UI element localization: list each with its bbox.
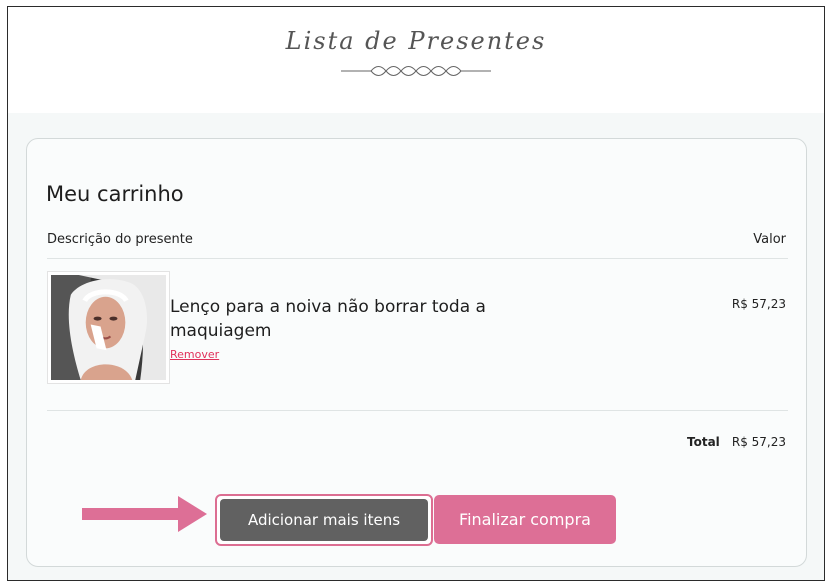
cart-card: Meu carrinho Descrição do presente Valor [26,138,807,567]
site-header: Lista de Presentes [8,7,824,113]
add-more-items-button[interactable]: Adicionar mais itens [215,494,433,546]
add-more-items-label: Adicionar mais itens [220,499,428,541]
header-divider [47,258,788,259]
item-image [47,271,170,384]
item-price: R$ 57,23 [731,297,786,311]
total-label: Total [687,435,720,449]
column-header-description: Descrição do presente [47,232,193,247]
bride-photo [51,275,166,380]
cart-title: Meu carrinho [46,182,184,206]
items-divider [47,410,788,411]
page-frame: Lista de Presentes Meu carrinho Descriçã… [7,6,825,581]
ornament-divider-icon [341,66,491,76]
total-value: R$ 57,23 [731,435,786,449]
arrow-right-icon [82,496,207,532]
item-name: Lenço para a noiva não borrar toda a maq… [170,297,486,341]
site-title: Lista de Presentes [285,27,547,55]
remove-item-link[interactable]: Remover [170,348,219,361]
finish-purchase-button[interactable]: Finalizar compra [434,495,616,544]
column-header-value: Valor [753,232,786,247]
